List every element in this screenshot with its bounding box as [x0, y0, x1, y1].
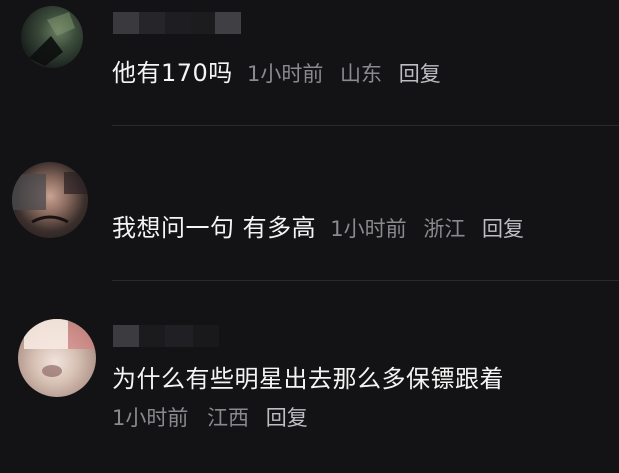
comment-location: 山东 — [340, 62, 383, 86]
reply-button[interactable]: 回复 — [482, 217, 524, 241]
comment-location: 浙江 — [423, 217, 466, 241]
comment-line: 他有170吗 1小时前 山东 回复 — [112, 58, 441, 89]
username-redacted[interactable] — [113, 12, 241, 34]
comment-item: 他有170吗 1小时前 山东 回复 — [0, 0, 619, 125]
comment-text: 他有170吗 — [112, 59, 233, 87]
comment-time: 1小时前 — [112, 406, 189, 430]
comment-text: 我想问一句 有多高 — [112, 214, 317, 242]
comment-time: 1小时前 — [246, 62, 324, 86]
comment-time: 1小时前 — [330, 217, 407, 241]
avatar[interactable] — [18, 319, 96, 397]
avatar[interactable] — [21, 6, 83, 68]
reply-button[interactable]: 回复 — [266, 406, 308, 430]
reply-button[interactable]: 回复 — [399, 62, 441, 86]
comment-location: 江西 — [207, 406, 250, 430]
comment-item: 我想问一句 有多高 1小时前 浙江 回复 — [0, 126, 619, 280]
avatar[interactable] — [12, 162, 88, 238]
comment-meta: 1小时前 江西 回复 — [112, 404, 308, 432]
comment-item: 为什么有些明星出去那么多保镖跟着 1小时前 江西 回复 — [0, 281, 619, 473]
comment-line: 我想问一句 有多高 1小时前 浙江 回复 — [112, 213, 524, 244]
username-redacted[interactable] — [113, 325, 219, 347]
comment-text: 为什么有些明星出去那么多保镖跟着 — [112, 365, 504, 393]
